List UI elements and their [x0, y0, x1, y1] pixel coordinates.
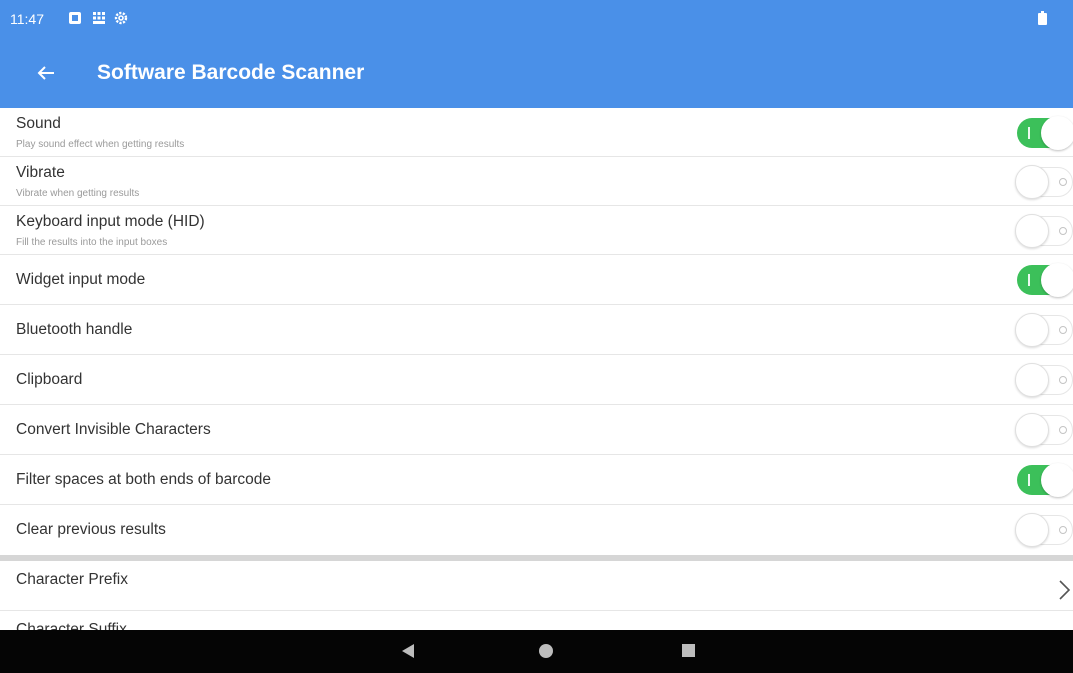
setting-title: Sound [16, 115, 61, 132]
setting-row-sound[interactable]: Sound Play sound effect when getting res… [0, 108, 1073, 157]
status-bar: 11:47 [0, 0, 1073, 38]
app-bar: Software Barcode Scanner [0, 38, 1073, 108]
toggle-mark [1059, 376, 1067, 384]
setting-title: Filter spaces at both ends of barcode [16, 471, 272, 488]
toggle-thumb [1041, 463, 1073, 497]
toggle-thumb [1015, 413, 1049, 447]
toggle-thumb [1015, 313, 1049, 347]
settings-gear-icon [114, 11, 128, 25]
screen: 11:47 Software Barcode Scanner Sound Pla… [0, 0, 1073, 673]
setting-title: Bluetooth handle [16, 321, 133, 338]
sound-toggle[interactable] [1015, 116, 1073, 150]
setting-title: Keyboard input mode (HID) [16, 213, 205, 230]
setting-row-vibrate[interactable]: Vibrate Vibrate when getting results [0, 157, 1073, 206]
setting-title: Clipboard [16, 371, 83, 388]
toggle-mark [1028, 274, 1030, 286]
keyboard-input-mode-toggle[interactable] [1015, 214, 1073, 248]
setting-title: Character Prefix [16, 571, 128, 588]
toggle-thumb [1041, 263, 1073, 297]
grid-icon [93, 12, 105, 24]
convert-invisible-characters-toggle[interactable] [1015, 413, 1073, 447]
toggle-mark [1028, 474, 1030, 486]
settings-list: Sound Play sound effect when getting res… [0, 108, 1073, 661]
vibrate-toggle[interactable] [1015, 165, 1073, 199]
setting-subtitle: Play sound effect when getting results [16, 139, 185, 150]
nav-recents-icon[interactable] [682, 644, 695, 657]
setting-row-widget-input-mode[interactable]: Widget input mode [0, 255, 1073, 305]
chevron-right-icon [1059, 580, 1071, 600]
setting-row-keyboard-input-mode[interactable]: Keyboard input mode (HID) Fill the resul… [0, 206, 1073, 255]
setting-row-clear-previous-results[interactable]: Clear previous results [0, 505, 1073, 555]
setting-subtitle: Fill the results into the input boxes [16, 237, 168, 248]
toggle-mark [1059, 178, 1067, 186]
setting-row-bluetooth-handle[interactable]: Bluetooth handle [0, 305, 1073, 355]
arrow-left-icon[interactable] [30, 58, 62, 88]
setting-subtitle: Vibrate when getting results [16, 188, 140, 199]
setting-title: Widget input mode [16, 271, 146, 288]
clipboard-toggle[interactable] [1015, 363, 1073, 397]
notification-icon [69, 12, 81, 24]
nav-home-icon[interactable] [539, 644, 553, 658]
battery-icon [1038, 11, 1047, 25]
toggle-mark [1059, 426, 1067, 434]
toggle-thumb [1015, 214, 1049, 248]
bluetooth-handle-toggle[interactable] [1015, 313, 1073, 347]
setting-row-clipboard[interactable]: Clipboard [0, 355, 1073, 405]
toggle-thumb [1015, 363, 1049, 397]
status-time: 11:47 [10, 11, 44, 27]
toggle-mark [1028, 127, 1030, 139]
widget-input-mode-toggle[interactable] [1015, 263, 1073, 297]
toggle-thumb [1015, 165, 1049, 199]
toggle-mark [1059, 326, 1067, 334]
system-nav-bar [0, 630, 1073, 673]
page-title: Software Barcode Scanner [97, 61, 365, 84]
toggle-thumb [1015, 513, 1049, 547]
toggle-thumb [1041, 116, 1073, 150]
nav-back-icon[interactable] [400, 643, 416, 659]
setting-row-convert-invisible-characters[interactable]: Convert Invisible Characters [0, 405, 1073, 455]
character-prefix-item[interactable]: Character Prefix [0, 561, 1073, 611]
setting-title: Clear previous results [16, 521, 166, 538]
toggle-mark [1059, 227, 1067, 235]
setting-title: Convert Invisible Characters [16, 421, 211, 438]
setting-title: Vibrate [16, 164, 65, 181]
clear-previous-results-toggle[interactable] [1015, 513, 1073, 547]
toggle-mark [1059, 526, 1067, 534]
filter-spaces-toggle[interactable] [1015, 463, 1073, 497]
setting-row-filter-spaces[interactable]: Filter spaces at both ends of barcode [0, 455, 1073, 505]
